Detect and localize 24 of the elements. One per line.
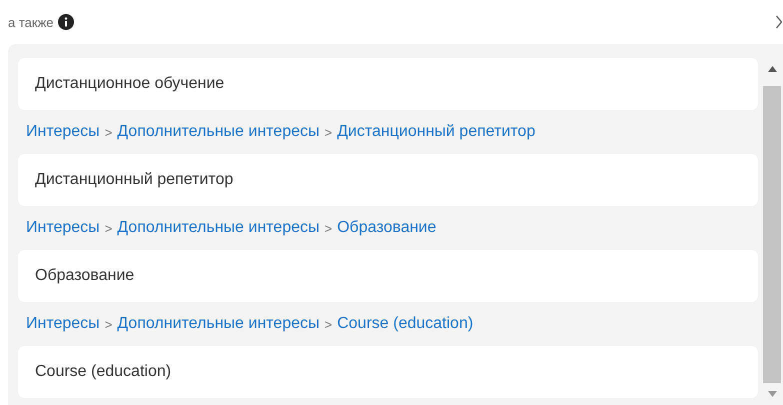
breadcrumb-link[interactable]: Course (education) bbox=[337, 315, 474, 333]
breadcrumb-separator: > bbox=[104, 316, 112, 332]
breadcrumb-separator: > bbox=[324, 124, 332, 140]
breadcrumb-separator: > bbox=[324, 220, 332, 236]
result-item[interactable]: Образование bbox=[18, 250, 758, 302]
breadcrumb-separator: > bbox=[104, 220, 112, 236]
breadcrumb-separator: > bbox=[324, 316, 332, 332]
breadcrumb-link[interactable]: Дополнительные интересы bbox=[117, 219, 320, 237]
chevron-right-icon[interactable] bbox=[776, 15, 782, 29]
breadcrumb-link[interactable]: Интересы bbox=[26, 219, 100, 237]
breadcrumb-link[interactable]: Дистанционный репетитор bbox=[337, 123, 536, 141]
scroll-down-icon[interactable] bbox=[768, 391, 776, 397]
result-item[interactable]: Course (education) bbox=[18, 346, 758, 398]
breadcrumb-link[interactable]: Интересы bbox=[26, 315, 100, 333]
result-item[interactable]: Дистанционное обучение bbox=[18, 58, 758, 110]
scroll-up-icon[interactable] bbox=[768, 66, 776, 72]
info-icon[interactable] bbox=[58, 14, 74, 30]
breadcrumb-link[interactable]: Дополнительные интересы bbox=[117, 123, 320, 141]
breadcrumb-link[interactable]: Дополнительные интересы bbox=[117, 315, 320, 333]
result-item[interactable]: Дистанционный репетитор bbox=[18, 154, 758, 206]
breadcrumb-link[interactable]: Интересы bbox=[26, 123, 100, 141]
breadcrumb-separator: > bbox=[104, 124, 112, 140]
breadcrumb-link[interactable]: Образование bbox=[337, 219, 436, 237]
section-title: а также bbox=[8, 14, 54, 30]
